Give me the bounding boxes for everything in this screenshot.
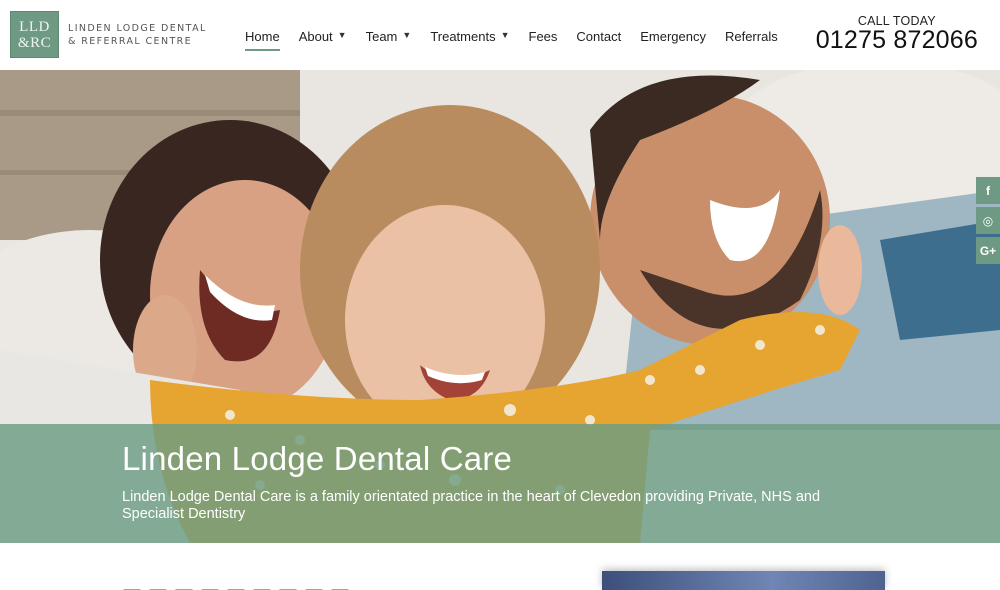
logo-mark: LLD &RC: [10, 11, 59, 58]
nav-item-fees[interactable]: Fees: [529, 29, 558, 44]
nav-label: Contact: [576, 28, 622, 44]
logo-name-line1: LINDEN LODGE DENTAL: [68, 22, 207, 34]
nav-label: Fees: [528, 28, 558, 44]
phone-number-link[interactable]: 01275 872066: [816, 27, 978, 53]
hero-section: f ◎ G+ Linden Lodge Dental Care Linden L…: [0, 70, 1000, 543]
logo-link[interactable]: LLD &RC LINDEN LODGE DENTAL & REFERRAL C…: [10, 11, 207, 58]
chevron-down-icon: ▼: [337, 30, 347, 40]
nav-item-about[interactable]: About ▼: [299, 29, 347, 44]
nav-item-treatments[interactable]: Treatments ▼: [430, 29, 509, 44]
nav-item-team[interactable]: Team ▼: [366, 29, 412, 44]
nav-item-referrals[interactable]: Referrals: [725, 29, 778, 44]
section-heading-partial: [122, 583, 382, 590]
hero-title: Linden Lodge Dental Care: [122, 440, 513, 477]
nav-label: Team: [365, 28, 398, 44]
call-today: CALL TODAY 01275 872066: [816, 14, 978, 53]
intro-section: [0, 543, 1000, 590]
chevron-down-icon: ▼: [500, 30, 510, 40]
google-plus-icon[interactable]: G+: [976, 237, 1000, 264]
nav-item-emergency[interactable]: Emergency: [640, 29, 706, 44]
chevron-down-icon: ▼: [402, 30, 412, 40]
site-header: LLD &RC LINDEN LODGE DENTAL & REFERRAL C…: [0, 0, 1000, 70]
instagram-icon[interactable]: ◎: [976, 207, 1000, 234]
main-nav: Home About ▼ Team ▼ Treatments ▼ Fees Co…: [245, 24, 797, 51]
nav-label: Treatments: [430, 28, 496, 44]
logo-text: LINDEN LODGE DENTAL & REFERRAL CENTRE: [68, 22, 207, 48]
logo-monogram-line2: &RC: [17, 34, 52, 51]
nav-item-contact[interactable]: Contact: [576, 29, 621, 44]
section-image-partial: [602, 571, 885, 590]
nav-label: About: [298, 28, 333, 44]
logo-monogram-line1: LLD: [19, 18, 50, 35]
nav-label: Referrals: [724, 28, 778, 44]
social-links: f ◎ G+: [976, 177, 1000, 267]
nav-label: Emergency: [640, 28, 706, 44]
nav-label: Home: [245, 28, 280, 44]
hero-description: Linden Lodge Dental Care is a family ori…: [122, 489, 821, 522]
hero-banner: Linden Lodge Dental Care Linden Lodge De…: [0, 424, 1000, 543]
facebook-icon[interactable]: f: [976, 177, 1000, 204]
logo-name-line2: & REFERRAL CENTRE: [68, 35, 193, 47]
nav-item-home[interactable]: Home: [245, 28, 280, 51]
